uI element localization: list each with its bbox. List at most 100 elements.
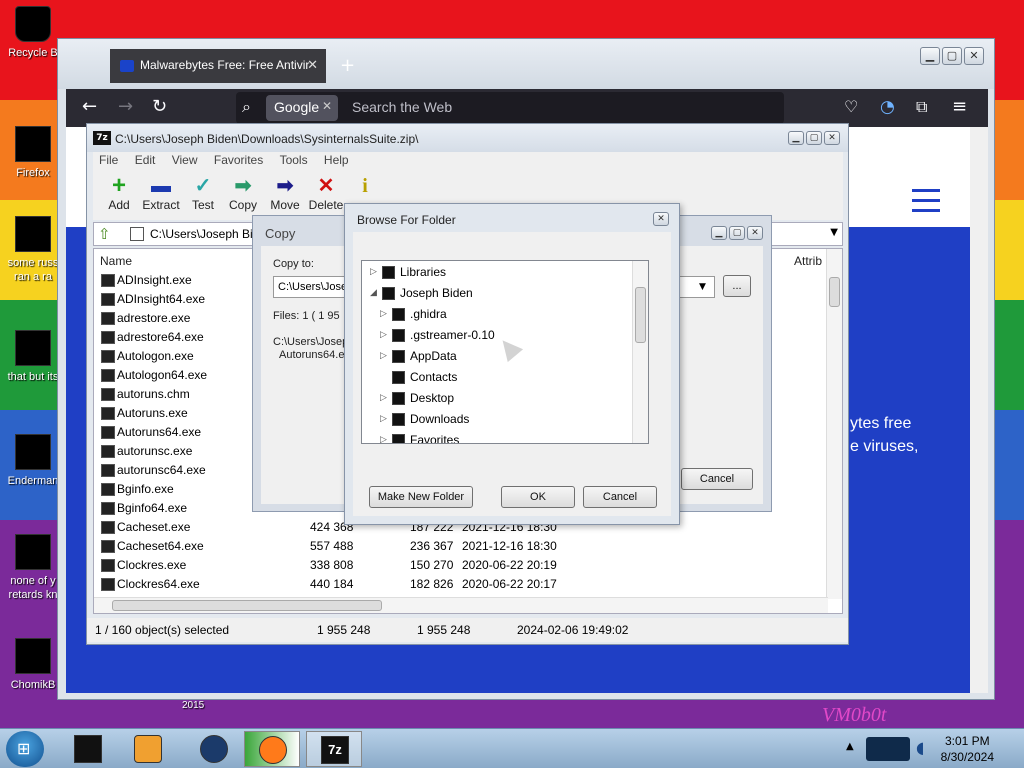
add-button[interactable]: + Add [101, 174, 137, 213]
tray-icon-volume[interactable]: ◖ [916, 738, 924, 757]
horizontal-scrollbar[interactable] [94, 597, 828, 613]
taskbar-item-7zip[interactable]: 7z [306, 731, 362, 767]
browser-titlebar[interactable]: Malwarebytes Free: Free Antivir ✕ + ▁ ▢ … [58, 39, 994, 89]
move-icon: ➡ [276, 175, 294, 197]
desktop-icon-that[interactable]: that but its [2, 330, 64, 384]
url-bar[interactable]: ⌕ Google ✕ Search the Web [236, 92, 784, 124]
tray-icon-network[interactable] [866, 737, 910, 761]
path-input[interactable]: C:\Users\Joseph Bide [150, 227, 266, 241]
maximize-button[interactable]: ▢ [729, 226, 745, 240]
file-icon [101, 312, 115, 325]
table-row[interactable]: Cacheset64.exe 557 488 236 367 2021-12-16 1… [94, 537, 824, 556]
extract-button[interactable]: ▬ Extract [139, 174, 183, 212]
expand-arrow-icon[interactable]: ▷ [380, 413, 387, 424]
tab-close-icon[interactable]: ✕ [307, 57, 318, 73]
menu-view[interactable]: View [172, 153, 198, 167]
7zip-titlebar[interactable]: 7z C:\Users\Joseph Biden\Downloads\Sysin… [87, 124, 848, 152]
close-button[interactable]: ✕ [747, 226, 763, 240]
menu-help[interactable]: Help [324, 153, 349, 167]
desktop-icon-label: Firefox [16, 167, 50, 179]
extensions-icon[interactable]: ⧉ [916, 97, 927, 117]
file-name: adrestore64.exe [117, 330, 204, 344]
info-icon: i [362, 175, 368, 197]
search-input[interactable]: Search the Web [352, 99, 452, 115]
maximize-button[interactable]: ▢ [806, 131, 822, 145]
taskbar-item-media[interactable] [120, 731, 176, 767]
move-button[interactable]: ➡ Move [267, 174, 303, 212]
browser-tab[interactable]: Malwarebytes Free: Free Antivir ✕ [110, 49, 326, 83]
expand-arrow-icon[interactable]: ▷ [380, 350, 387, 361]
close-button[interactable]: ✕ [964, 47, 984, 65]
delete-icon: ✕ [317, 175, 335, 197]
close-button[interactable]: ✕ [824, 131, 840, 145]
expand-arrow-icon[interactable]: ▷ [380, 329, 387, 340]
taskbar-item-explorer[interactable] [60, 731, 116, 767]
tree-scrollbar[interactable] [632, 261, 648, 443]
menu-tools[interactable]: Tools [280, 153, 308, 167]
table-row[interactable]: Clockres.exe 338 808 150 270 2020-06-22 20:… [94, 556, 824, 575]
path-dropdown-icon[interactable]: ▼ [830, 227, 838, 238]
account-icon[interactable]: ◔ [880, 97, 895, 117]
expand-arrow-icon[interactable]: ▷ [370, 266, 377, 277]
desktop-icon-russ[interactable]: some russ ran a ra [2, 216, 64, 284]
desktop-icon-enderman[interactable]: Enderman [2, 434, 64, 488]
minimize-button[interactable]: ▁ [788, 131, 804, 145]
menu-edit[interactable]: Edit [135, 153, 156, 167]
chip-close-icon[interactable]: ✕ [322, 99, 332, 113]
desktop-icon-recycle-bin[interactable]: Recycle B [2, 6, 64, 60]
minimize-button[interactable]: ▁ [711, 226, 727, 240]
scroll-thumb[interactable] [112, 600, 382, 611]
expand-arrow-icon[interactable]: ▷ [380, 392, 387, 403]
file-name: Autoruns64.exe [117, 425, 202, 439]
info-button[interactable]: i [355, 174, 375, 198]
scroll-thumb[interactable] [635, 287, 646, 343]
expand-arrow-icon[interactable]: ▷ [380, 434, 387, 443]
file-icon [101, 388, 115, 401]
menu-file[interactable]: File [99, 153, 118, 167]
make-new-folder-button[interactable]: Make New Folder [369, 486, 473, 508]
test-label: Test [191, 198, 214, 212]
expand-arrow-icon[interactable]: ▷ [380, 308, 387, 319]
taskbar-item-app[interactable] [186, 731, 242, 767]
site-menu-icon[interactable] [912, 189, 940, 219]
tray-arrow-icon[interactable]: ▲ [846, 741, 854, 752]
delete-button[interactable]: ✕ Delete [307, 174, 345, 212]
copy-to-dropdown-icon[interactable]: ▼ [699, 282, 706, 292]
minimize-button[interactable]: ▁ [920, 47, 940, 65]
back-icon[interactable]: ← [82, 97, 97, 117]
add-label: Add [108, 198, 130, 212]
desktop-icon-firefox[interactable]: Firefox [2, 126, 64, 180]
tree-item-label: .ghidra [410, 307, 447, 321]
taskbar-item-firefox[interactable] [244, 731, 300, 767]
file-icon [15, 434, 51, 470]
cancel-button[interactable]: Cancel [681, 468, 753, 490]
desktop-icon-none[interactable]: none of y retards kn [2, 534, 64, 602]
copy-button[interactable]: ➡ Copy [225, 174, 261, 212]
browse-button[interactable]: ... [723, 275, 751, 297]
menu-icon[interactable]: ≡ [952, 97, 967, 117]
system-clock[interactable]: 3:01 PM 8/30/2024 [941, 733, 994, 765]
close-button[interactable]: ✕ [653, 212, 669, 226]
test-button[interactable]: ✓ Test [185, 174, 221, 212]
up-folder-icon[interactable]: ⇧ [98, 225, 111, 243]
new-tab-button[interactable]: + [340, 55, 355, 76]
ok-button[interactable]: OK [501, 486, 575, 508]
start-button[interactable]: ⊞ [6, 731, 44, 767]
reload-icon[interactable]: ↻ [152, 97, 167, 117]
search-engine-chip[interactable]: Google ✕ [266, 95, 338, 121]
maximize-button[interactable]: ▢ [942, 47, 962, 65]
file-icon [101, 407, 115, 420]
forward-icon[interactable]: → [118, 97, 133, 117]
cancel-button[interactable]: Cancel [583, 486, 657, 508]
expand-arrow-icon[interactable]: ◢ [370, 287, 377, 298]
column-attrib[interactable]: Attrib [788, 249, 822, 271]
pocket-icon[interactable]: ♡ [844, 97, 858, 117]
desktop-icon-chomik[interactable]: ChomikB [2, 638, 64, 692]
table-row[interactable]: Clockres64.exe 440 184 182 826 2020-06-22 2… [94, 575, 824, 594]
site-scrollbar[interactable] [970, 127, 988, 693]
vertical-scrollbar[interactable] [826, 249, 842, 599]
scroll-thumb[interactable] [829, 277, 840, 307]
file-packed: 182 826 [410, 577, 454, 591]
malwarebytes-favicon-icon [120, 60, 134, 72]
menu-favorites[interactable]: Favorites [214, 153, 263, 167]
